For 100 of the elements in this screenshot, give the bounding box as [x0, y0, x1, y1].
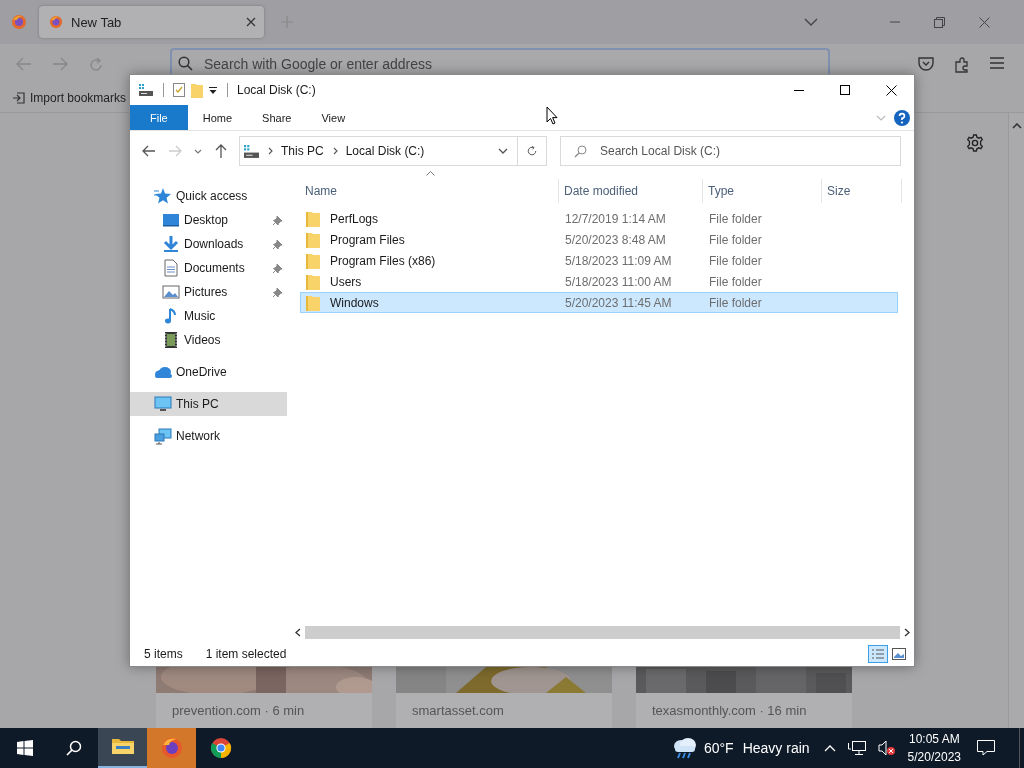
file-row[interactable]: Windows 5/20/2023 11:45 AM File folder — [300, 292, 898, 313]
story-card[interactable]: prevention.com · 6 min — [156, 667, 372, 728]
story-source: smartasset.com — [411, 702, 505, 718]
browser-tab[interactable]: New Tab — [39, 6, 264, 38]
recent-dropdown-icon[interactable] — [194, 148, 202, 154]
minimize-icon[interactable] — [794, 89, 804, 91]
column-header[interactable]: Date modified — [559, 179, 703, 203]
star-icon — [154, 187, 172, 205]
nav-item[interactable]: Network — [130, 424, 287, 448]
computer-icon — [154, 395, 172, 413]
windows-logo-icon — [17, 740, 33, 756]
scroll-left-icon[interactable] — [295, 628, 301, 637]
drive-icon[interactable] — [139, 84, 153, 96]
up-icon[interactable] — [215, 144, 227, 158]
clock[interactable]: 10:05 AM 5/20/2023 — [907, 730, 961, 766]
chevron-down-icon[interactable] — [804, 18, 818, 26]
nav-item[interactable]: Music — [130, 304, 287, 328]
scrollbar[interactable] — [1008, 113, 1024, 728]
rain-cloud-icon — [671, 737, 698, 759]
column-header[interactable]: Size — [822, 179, 902, 203]
file-row[interactable]: PerfLogs 12/7/2019 1:14 AM File folder — [300, 208, 898, 229]
dropdown-icon[interactable] — [209, 86, 217, 94]
maximize-icon[interactable] — [840, 85, 850, 95]
address-bar[interactable]: This PC Local Disk (C:) — [239, 136, 517, 166]
help-icon[interactable] — [894, 109, 910, 126]
file-name: Windows — [330, 295, 379, 310]
nav-item[interactable]: Desktop — [130, 208, 287, 232]
story-card[interactable]: texasmonthly.com · 16 min — [636, 667, 852, 728]
network-icon[interactable] — [847, 740, 866, 756]
drive-icon — [244, 144, 259, 158]
file-name: Users — [330, 274, 362, 289]
file-name: Program Files (x86) — [330, 253, 436, 268]
date-cell-text: 5/18/2023 11:00 AM — [564, 273, 673, 291]
date-cell-text: 5/20/2023 11:45 AM — [564, 294, 673, 312]
pocket-icon[interactable] — [918, 57, 934, 72]
type-cell-text: File folder — [708, 252, 763, 270]
volume-muted-icon[interactable] — [877, 740, 896, 756]
settings-icon[interactable] — [966, 134, 984, 152]
sort-up-icon[interactable] — [426, 171, 435, 176]
mouse-cursor-icon — [546, 106, 558, 125]
ribbon-tab[interactable]: Share — [247, 105, 307, 130]
document-icon — [162, 259, 180, 277]
date-cell-text: 5/18/2023 11:09 AM — [564, 252, 673, 270]
address-field[interactable]: Search with Google or enter address — [170, 48, 830, 74]
file-row[interactable]: Program Files 5/20/2023 8:48 AM File folder — [300, 229, 898, 250]
search-icon — [574, 145, 587, 158]
restore-icon[interactable] — [934, 16, 945, 28]
story-card[interactable]: smartasset.com — [396, 667, 612, 728]
chevron-right-icon — [332, 147, 338, 155]
type-cell-text: File folder — [708, 231, 763, 249]
refresh-icon[interactable] — [517, 136, 547, 166]
breadcrumb-item[interactable]: Local Disk (C:) — [345, 144, 425, 158]
puzzle-icon[interactable] — [954, 57, 970, 73]
large-icons-view-icon[interactable] — [892, 648, 906, 660]
nav-item[interactable]: Quick access — [130, 184, 287, 208]
nav-item[interactable]: Documents — [130, 256, 287, 280]
file-row[interactable]: Program Files (x86) 5/18/2023 11:09 AM File folder — [300, 250, 898, 271]
bookmark-item[interactable]: Import bookmarks — [12, 91, 127, 105]
window-title: Local Disk (C:) — [237, 83, 316, 97]
weather-widget[interactable]: 60°F Heavy rain — [671, 737, 810, 759]
ribbon-tab[interactable]: View — [306, 105, 361, 130]
story-source: prevention.com · 6 min — [171, 702, 306, 718]
file-row[interactable]: Users 5/18/2023 11:00 AM File folder — [300, 271, 898, 292]
picture-icon — [162, 283, 180, 301]
browser-logo-icon — [49, 15, 63, 29]
type-cell-text: File folder — [708, 294, 763, 312]
close-icon[interactable] — [886, 84, 897, 96]
nav-item[interactable]: This PC — [130, 392, 287, 416]
date-cell-text: 5/20/2023 8:48 AM — [564, 231, 667, 249]
chevron-up-icon[interactable] — [823, 744, 836, 752]
nav-item[interactable]: Downloads — [130, 232, 287, 256]
file-menu-tab[interactable]: File — [130, 105, 188, 130]
ribbon-tab[interactable]: Home — [187, 105, 248, 130]
film-icon — [162, 331, 180, 349]
type-cell-text: File folder — [708, 273, 763, 291]
scroll-up-icon[interactable] — [1011, 123, 1022, 129]
scrollbar-thumb[interactable] — [305, 626, 900, 639]
download-icon — [162, 235, 180, 253]
back-icon[interactable] — [142, 145, 156, 157]
menu-icon[interactable] — [990, 57, 1004, 69]
story-source: texasmonthly.com · 16 min — [651, 702, 808, 718]
browser-logo-icon — [11, 14, 27, 30]
properties-icon[interactable] — [173, 83, 185, 97]
folder-icon — [306, 210, 320, 227]
scroll-right-icon[interactable] — [904, 628, 910, 637]
file-name: Program Files — [330, 232, 405, 247]
search-icon — [66, 740, 82, 756]
desktop-icon — [162, 211, 180, 229]
column-header[interactable]: Name — [300, 179, 559, 203]
nav-item[interactable]: OneDrive — [130, 360, 287, 384]
breadcrumb-item[interactable]: This PC — [281, 144, 324, 158]
column-header[interactable]: Type — [703, 179, 822, 203]
nav-item[interactable]: Pictures — [130, 280, 287, 304]
search-icon — [178, 56, 193, 71]
search-field[interactable]: Search Local Disk (C:) — [560, 136, 901, 166]
notification-icon[interactable] — [977, 740, 995, 756]
file-name: PerfLogs — [330, 211, 379, 226]
taskbar-app-button[interactable] — [98, 728, 147, 768]
nav-item[interactable]: Videos — [130, 328, 287, 352]
close-icon[interactable] — [246, 17, 256, 27]
